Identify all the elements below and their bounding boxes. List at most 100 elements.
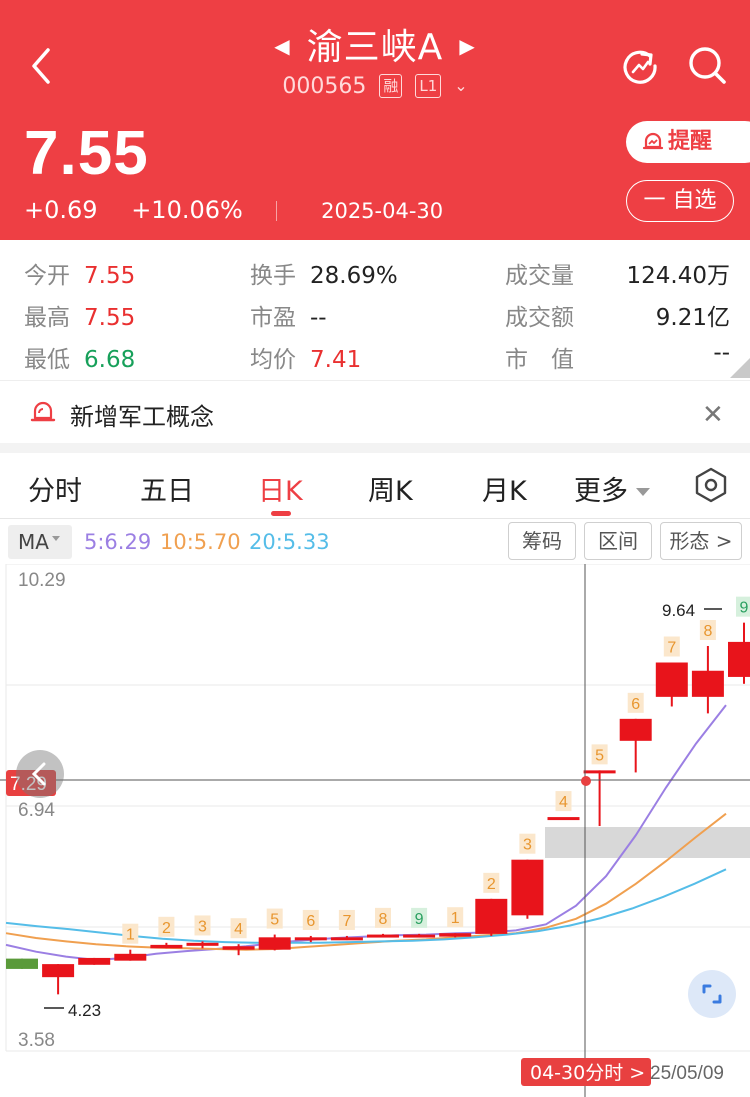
candles	[6, 622, 750, 995]
chart-grid	[5, 564, 750, 1052]
stat-label: 成交额	[505, 305, 574, 331]
kline-chart-svg: 1 2 3 45 6 7 8 9 123456789 10.29 6.94 3.58 7.29 …	[0, 564, 750, 1097]
tab-more[interactable]: 更多	[574, 469, 650, 508]
chart-period-tabs: 分时 五日 日K 周K 月K 更多	[0, 453, 750, 519]
sequence-number: 2	[162, 920, 171, 937]
candle-body	[583, 770, 616, 774]
candle-body	[439, 933, 472, 937]
tab-more-label: 更多	[574, 476, 628, 507]
change-percent: +10.06%	[131, 196, 243, 224]
stat-label: 均价	[250, 347, 296, 373]
sequence-number: 5	[270, 912, 279, 929]
next-stock-icon[interactable]: ▶	[459, 34, 475, 58]
stat-turnover: 换手 28.69%	[250, 256, 398, 290]
tab-weekly-k[interactable]: 周K	[368, 469, 413, 508]
price-alert-button[interactable]: 提醒	[626, 121, 750, 163]
ma20-value: 20:5.33	[249, 530, 330, 554]
caret-down-icon	[636, 488, 650, 496]
candle-body	[150, 944, 183, 949]
sequence-number: 5	[595, 747, 604, 764]
sequence-number: 4	[234, 921, 243, 938]
quote-date: 2025-04-30	[321, 199, 444, 223]
sequence-number: 3	[198, 918, 207, 935]
pattern-button[interactable]: 形态 >	[660, 522, 742, 560]
y-label-top: 10.29	[18, 570, 66, 591]
close-icon[interactable]: ✕	[702, 399, 724, 430]
section-gap	[0, 443, 750, 453]
stock-header: ◀ 渝三峡A ▶ 000565 融 L1 ⌄ 7.55 +0.69 +10.06% …	[0, 0, 750, 240]
sequence-number: 3	[523, 837, 532, 854]
candle-body	[78, 957, 111, 965]
chevron-down-icon: ⌄	[454, 76, 468, 95]
chevron-left-icon	[31, 762, 46, 786]
x-end-label: 25/05/09	[650, 1063, 724, 1084]
stat-label: 市盈	[250, 305, 296, 331]
sequence-number: 9	[740, 600, 749, 617]
sequence-number: 2	[487, 876, 496, 893]
stat-value: 7.55	[84, 263, 136, 289]
stat-market-cap-label: 市 值	[505, 340, 574, 374]
ma10-value: 10:5.70	[160, 530, 241, 554]
cursor-date-label: 04-30分时 >	[530, 1062, 645, 1084]
stat-value: 28.69%	[310, 263, 398, 289]
stat-value: 124.40万	[626, 263, 730, 289]
candle-body	[728, 641, 750, 677]
sequence-labels: 1 2 3 4 5 6 7 8 9 1 2 3 4 5 6 7 8 9	[122, 596, 750, 944]
stat-value: --	[713, 340, 730, 366]
sequence-number: 6	[306, 913, 315, 930]
tab-monthly-k[interactable]: 月K	[482, 469, 527, 508]
chip-distribution-button[interactable]: 筹码	[508, 522, 576, 560]
sequence-number: 1	[451, 910, 460, 927]
refresh-icon[interactable]	[618, 44, 662, 88]
price-change-row: +0.69 +10.06% 2025-04-30	[24, 196, 469, 224]
sequence-number: 9	[415, 911, 424, 928]
ma5-value: 5:6.29	[84, 530, 152, 554]
sequence-number: 7	[667, 640, 676, 657]
candle-body	[367, 934, 399, 938]
stat-label: 今开	[24, 263, 70, 289]
stat-label: 最低	[24, 347, 70, 373]
selection-band	[545, 827, 750, 858]
sequence-number: 1	[126, 927, 135, 944]
stat-value: 7.41	[310, 347, 362, 373]
candle-body	[186, 942, 219, 946]
stat-amount-label: 成交额	[505, 298, 574, 332]
search-icon[interactable]	[686, 44, 730, 88]
candle-body	[619, 718, 652, 741]
candle-body	[475, 898, 508, 934]
stat-label: 成交量	[505, 263, 574, 289]
stat-high: 最高 7.55	[24, 298, 135, 332]
expand-corner-icon[interactable]	[730, 358, 750, 378]
chart-settings-icon[interactable]	[694, 467, 728, 503]
concept-notice[interactable]: 新增军工概念 ✕	[0, 381, 750, 443]
crosshair-dot	[581, 776, 591, 786]
tab-five-day[interactable]: 五日	[140, 469, 194, 508]
active-tab-indicator	[271, 511, 291, 516]
range-button[interactable]: 区间	[584, 522, 652, 560]
stat-label: 换手	[250, 263, 296, 289]
indicator-selector-label: MA	[18, 530, 49, 554]
stat-value: --	[310, 305, 327, 331]
stat-avg-price: 均价 7.41	[250, 340, 361, 374]
stat-value: 6.68	[84, 347, 136, 373]
stat-low: 最低 6.68	[24, 340, 135, 374]
watchlist-button[interactable]: 一 自选	[626, 180, 734, 222]
prev-stock-icon[interactable]: ◀	[274, 34, 290, 58]
max-price-annotation: 9.64	[662, 601, 695, 620]
stat-amount-value: 9.21亿	[656, 298, 730, 332]
level-tag: L1	[415, 74, 442, 98]
y-label-upper: 6.94	[18, 800, 55, 821]
notice-text: 新增军工概念	[70, 403, 214, 431]
stock-code: 000565	[282, 74, 367, 99]
fullscreen-button[interactable]	[688, 970, 736, 1018]
stat-market-cap-value: --	[713, 340, 730, 366]
kline-chart[interactable]: 123456789123456789 10.29 6.94 3.58 7.29 …	[0, 564, 750, 1097]
candle-body	[114, 953, 147, 961]
caret-down-icon	[51, 536, 60, 541]
stat-volume-value: 124.40万	[627, 256, 730, 290]
scroll-left-button[interactable]	[16, 750, 64, 798]
candle-body	[691, 670, 724, 697]
tab-intraday[interactable]: 分时	[28, 469, 82, 508]
indicator-selector[interactable]: MA	[8, 525, 72, 559]
tab-daily-k[interactable]: 日K	[258, 469, 303, 508]
